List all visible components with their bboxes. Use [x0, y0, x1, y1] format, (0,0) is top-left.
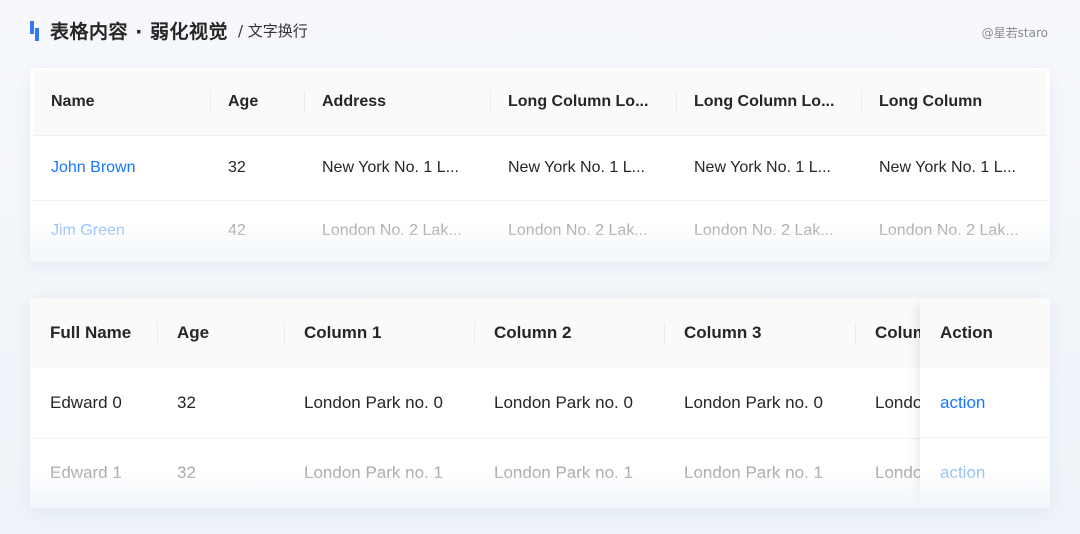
- table-cell: London Park no. 1: [494, 463, 633, 483]
- page-subtitle: / 文字换行: [237, 21, 308, 40]
- page-title: 表格内容 · 弱化视觉: [50, 20, 228, 43]
- name-link[interactable]: John Brown: [33, 135, 210, 201]
- column-header-address[interactable]: Address: [304, 70, 490, 136]
- column-header-long-3[interactable]: Long Column: [861, 70, 1047, 136]
- table-cell: London Park no. 1: [304, 463, 443, 483]
- column-header-column-2[interactable]: Column 2: [474, 298, 664, 368]
- table-cell: London No. 2 Lak...: [694, 222, 834, 240]
- table-cell: London No. 2 Lak...: [879, 222, 1019, 240]
- table-cell: 42: [228, 222, 246, 240]
- action-link[interactable]: action: [920, 438, 1050, 508]
- logo-icon: [30, 19, 42, 41]
- table-cell: New York No. 1 L...: [304, 135, 490, 201]
- table-cell: Edward 0: [30, 368, 157, 439]
- table-cell: New York No. 1 L...: [490, 135, 676, 201]
- column-header-age[interactable]: Age: [157, 298, 284, 368]
- table-1: Name Age Address Long Column Lo... Long …: [33, 70, 1047, 262]
- table-cell: 32: [210, 135, 304, 201]
- table-row: Edward 1 32 London Park no. 1 London Par…: [30, 438, 1050, 508]
- table-cell: Edward 1: [50, 463, 122, 483]
- table-row: Jim Green 42 London No. 2 Lak... London …: [33, 200, 1047, 262]
- table-card-1: Name Age Address Long Column Lo... Long …: [30, 68, 1050, 262]
- table-cell: London Park no. 0: [664, 368, 855, 439]
- page-header: 表格内容 · 弱化视觉 / 文字换行: [30, 14, 308, 46]
- table-row: Edward 0 32 London Park no. 0 London Par…: [30, 368, 1050, 439]
- table-card-2: Full Name Age Column 1 Column 2 Column 3…: [30, 298, 1050, 508]
- watermark: @星若staro: [981, 26, 1048, 40]
- table-2: Full Name Age Column 1 Column 2 Column 3…: [30, 298, 1050, 508]
- table-cell: 32: [157, 368, 284, 439]
- table-cell: New York No. 1 L...: [676, 135, 861, 201]
- table-cell: London Park no. 0: [474, 368, 664, 439]
- column-header-column-3[interactable]: Column 3: [664, 298, 855, 368]
- table-cell: London Park no. 1: [684, 463, 823, 483]
- name-link[interactable]: Jim Green: [33, 200, 210, 262]
- table-cell: London No. 2 Lak...: [322, 222, 462, 240]
- action-link[interactable]: action: [920, 368, 1050, 438]
- column-header-name[interactable]: Name: [33, 70, 210, 136]
- table-row: John Brown 32 New York No. 1 L... New Yo…: [33, 135, 1047, 201]
- table-cell: 32: [177, 463, 196, 483]
- fixed-action-column: Action action action: [920, 298, 1050, 508]
- table-header-row: Name Age Address Long Column Lo... Long …: [33, 70, 1047, 136]
- column-header-full-name[interactable]: Full Name: [30, 298, 157, 368]
- table-header-row: Full Name Age Column 1 Column 2 Column 3…: [30, 298, 1050, 368]
- column-header-long-2[interactable]: Long Column Lo...: [676, 70, 861, 136]
- column-header-column-1[interactable]: Column 1: [284, 298, 474, 368]
- column-header-long-1[interactable]: Long Column Lo...: [490, 70, 676, 136]
- table-cell: London No. 2 Lak...: [508, 222, 648, 240]
- column-header-age[interactable]: Age: [210, 70, 304, 136]
- column-header-action[interactable]: Action: [920, 298, 1050, 368]
- table-cell: New York No. 1 L...: [861, 135, 1047, 201]
- table-cell: London Park no. 0: [284, 368, 474, 439]
